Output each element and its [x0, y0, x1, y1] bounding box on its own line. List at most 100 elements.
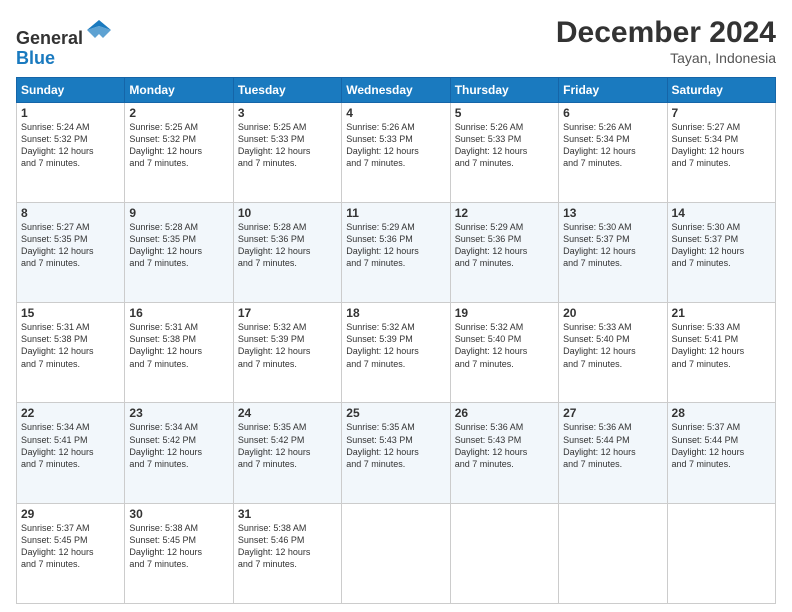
calendar-header-row: SundayMondayTuesdayWednesdayThursdayFrid…: [17, 77, 776, 102]
calendar-header-saturday: Saturday: [667, 77, 775, 102]
calendar-cell: 13 Sunrise: 5:30 AMSunset: 5:37 PMDaylig…: [559, 202, 667, 302]
calendar-cell: 16 Sunrise: 5:31 AMSunset: 5:38 PMDaylig…: [125, 303, 233, 403]
calendar-week-3: 15 Sunrise: 5:31 AMSunset: 5:38 PMDaylig…: [17, 303, 776, 403]
day-number: 31: [238, 507, 337, 521]
day-info: Sunrise: 5:33 AMSunset: 5:41 PMDaylight:…: [672, 321, 771, 370]
title-block: December 2024 Tayan, Indonesia: [556, 16, 776, 66]
day-number: 6: [563, 106, 662, 120]
calendar-header-thursday: Thursday: [450, 77, 558, 102]
day-number: 7: [672, 106, 771, 120]
day-info: Sunrise: 5:37 AMSunset: 5:45 PMDaylight:…: [21, 522, 120, 571]
calendar-cell: [667, 503, 775, 603]
day-number: 19: [455, 306, 554, 320]
day-info: Sunrise: 5:31 AMSunset: 5:38 PMDaylight:…: [21, 321, 120, 370]
calendar-cell: 21 Sunrise: 5:33 AMSunset: 5:41 PMDaylig…: [667, 303, 775, 403]
calendar-cell: 10 Sunrise: 5:28 AMSunset: 5:36 PMDaylig…: [233, 202, 341, 302]
day-info: Sunrise: 5:26 AMSunset: 5:34 PMDaylight:…: [563, 121, 662, 170]
calendar-cell: [450, 503, 558, 603]
calendar-cell: 2 Sunrise: 5:25 AMSunset: 5:32 PMDayligh…: [125, 102, 233, 202]
day-number: 2: [129, 106, 228, 120]
calendar-cell: 29 Sunrise: 5:37 AMSunset: 5:45 PMDaylig…: [17, 503, 125, 603]
calendar-cell: 8 Sunrise: 5:27 AMSunset: 5:35 PMDayligh…: [17, 202, 125, 302]
calendar-cell: 3 Sunrise: 5:25 AMSunset: 5:33 PMDayligh…: [233, 102, 341, 202]
day-info: Sunrise: 5:29 AMSunset: 5:36 PMDaylight:…: [455, 221, 554, 270]
logo: General Blue: [16, 16, 113, 69]
calendar-cell: 22 Sunrise: 5:34 AMSunset: 5:41 PMDaylig…: [17, 403, 125, 503]
day-number: 15: [21, 306, 120, 320]
day-number: 24: [238, 406, 337, 420]
calendar-week-2: 8 Sunrise: 5:27 AMSunset: 5:35 PMDayligh…: [17, 202, 776, 302]
day-info: Sunrise: 5:26 AMSunset: 5:33 PMDaylight:…: [455, 121, 554, 170]
day-info: Sunrise: 5:36 AMSunset: 5:43 PMDaylight:…: [455, 421, 554, 470]
day-info: Sunrise: 5:24 AMSunset: 5:32 PMDaylight:…: [21, 121, 120, 170]
day-number: 17: [238, 306, 337, 320]
day-info: Sunrise: 5:27 AMSunset: 5:34 PMDaylight:…: [672, 121, 771, 170]
calendar-cell: 23 Sunrise: 5:34 AMSunset: 5:42 PMDaylig…: [125, 403, 233, 503]
day-info: Sunrise: 5:32 AMSunset: 5:40 PMDaylight:…: [455, 321, 554, 370]
calendar-week-1: 1 Sunrise: 5:24 AMSunset: 5:32 PMDayligh…: [17, 102, 776, 202]
day-number: 10: [238, 206, 337, 220]
day-number: 22: [21, 406, 120, 420]
day-number: 30: [129, 507, 228, 521]
header: General Blue December 2024 Tayan, Indone…: [16, 16, 776, 69]
day-number: 14: [672, 206, 771, 220]
day-number: 28: [672, 406, 771, 420]
day-info: Sunrise: 5:33 AMSunset: 5:40 PMDaylight:…: [563, 321, 662, 370]
logo-blue: Blue: [16, 48, 55, 68]
calendar-cell: 1 Sunrise: 5:24 AMSunset: 5:32 PMDayligh…: [17, 102, 125, 202]
calendar-cell: 12 Sunrise: 5:29 AMSunset: 5:36 PMDaylig…: [450, 202, 558, 302]
day-number: 27: [563, 406, 662, 420]
day-number: 23: [129, 406, 228, 420]
day-info: Sunrise: 5:32 AMSunset: 5:39 PMDaylight:…: [238, 321, 337, 370]
day-number: 21: [672, 306, 771, 320]
calendar-cell: 6 Sunrise: 5:26 AMSunset: 5:34 PMDayligh…: [559, 102, 667, 202]
day-number: 26: [455, 406, 554, 420]
day-info: Sunrise: 5:25 AMSunset: 5:32 PMDaylight:…: [129, 121, 228, 170]
calendar-cell: 24 Sunrise: 5:35 AMSunset: 5:42 PMDaylig…: [233, 403, 341, 503]
month-title: December 2024: [556, 16, 776, 50]
day-number: 4: [346, 106, 445, 120]
calendar-cell: 19 Sunrise: 5:32 AMSunset: 5:40 PMDaylig…: [450, 303, 558, 403]
day-info: Sunrise: 5:27 AMSunset: 5:35 PMDaylight:…: [21, 221, 120, 270]
calendar-cell: [559, 503, 667, 603]
day-info: Sunrise: 5:37 AMSunset: 5:44 PMDaylight:…: [672, 421, 771, 470]
calendar-cell: 14 Sunrise: 5:30 AMSunset: 5:37 PMDaylig…: [667, 202, 775, 302]
calendar-cell: 28 Sunrise: 5:37 AMSunset: 5:44 PMDaylig…: [667, 403, 775, 503]
day-number: 18: [346, 306, 445, 320]
logo-bird-icon: [85, 16, 113, 44]
day-info: Sunrise: 5:35 AMSunset: 5:43 PMDaylight:…: [346, 421, 445, 470]
calendar-cell: 31 Sunrise: 5:38 AMSunset: 5:46 PMDaylig…: [233, 503, 341, 603]
calendar-cell: 18 Sunrise: 5:32 AMSunset: 5:39 PMDaylig…: [342, 303, 450, 403]
calendar-week-4: 22 Sunrise: 5:34 AMSunset: 5:41 PMDaylig…: [17, 403, 776, 503]
calendar-cell: 26 Sunrise: 5:36 AMSunset: 5:43 PMDaylig…: [450, 403, 558, 503]
day-info: Sunrise: 5:28 AMSunset: 5:35 PMDaylight:…: [129, 221, 228, 270]
day-info: Sunrise: 5:30 AMSunset: 5:37 PMDaylight:…: [563, 221, 662, 270]
day-info: Sunrise: 5:26 AMSunset: 5:33 PMDaylight:…: [346, 121, 445, 170]
day-number: 9: [129, 206, 228, 220]
calendar-cell: [342, 503, 450, 603]
calendar-week-5: 29 Sunrise: 5:37 AMSunset: 5:45 PMDaylig…: [17, 503, 776, 603]
day-info: Sunrise: 5:38 AMSunset: 5:46 PMDaylight:…: [238, 522, 337, 571]
day-number: 12: [455, 206, 554, 220]
day-number: 16: [129, 306, 228, 320]
day-number: 5: [455, 106, 554, 120]
day-number: 8: [21, 206, 120, 220]
day-info: Sunrise: 5:25 AMSunset: 5:33 PMDaylight:…: [238, 121, 337, 170]
day-info: Sunrise: 5:29 AMSunset: 5:36 PMDaylight:…: [346, 221, 445, 270]
day-number: 25: [346, 406, 445, 420]
day-number: 13: [563, 206, 662, 220]
calendar-cell: 9 Sunrise: 5:28 AMSunset: 5:35 PMDayligh…: [125, 202, 233, 302]
calendar-cell: 5 Sunrise: 5:26 AMSunset: 5:33 PMDayligh…: [450, 102, 558, 202]
calendar-table: SundayMondayTuesdayWednesdayThursdayFrid…: [16, 77, 776, 604]
day-info: Sunrise: 5:38 AMSunset: 5:45 PMDaylight:…: [129, 522, 228, 571]
calendar-body: 1 Sunrise: 5:24 AMSunset: 5:32 PMDayligh…: [17, 102, 776, 603]
day-number: 1: [21, 106, 120, 120]
calendar-cell: 30 Sunrise: 5:38 AMSunset: 5:45 PMDaylig…: [125, 503, 233, 603]
day-info: Sunrise: 5:30 AMSunset: 5:37 PMDaylight:…: [672, 221, 771, 270]
day-info: Sunrise: 5:35 AMSunset: 5:42 PMDaylight:…: [238, 421, 337, 470]
page: General Blue December 2024 Tayan, Indone…: [0, 0, 792, 612]
calendar-header-sunday: Sunday: [17, 77, 125, 102]
day-number: 29: [21, 507, 120, 521]
calendar-header-wednesday: Wednesday: [342, 77, 450, 102]
day-info: Sunrise: 5:32 AMSunset: 5:39 PMDaylight:…: [346, 321, 445, 370]
